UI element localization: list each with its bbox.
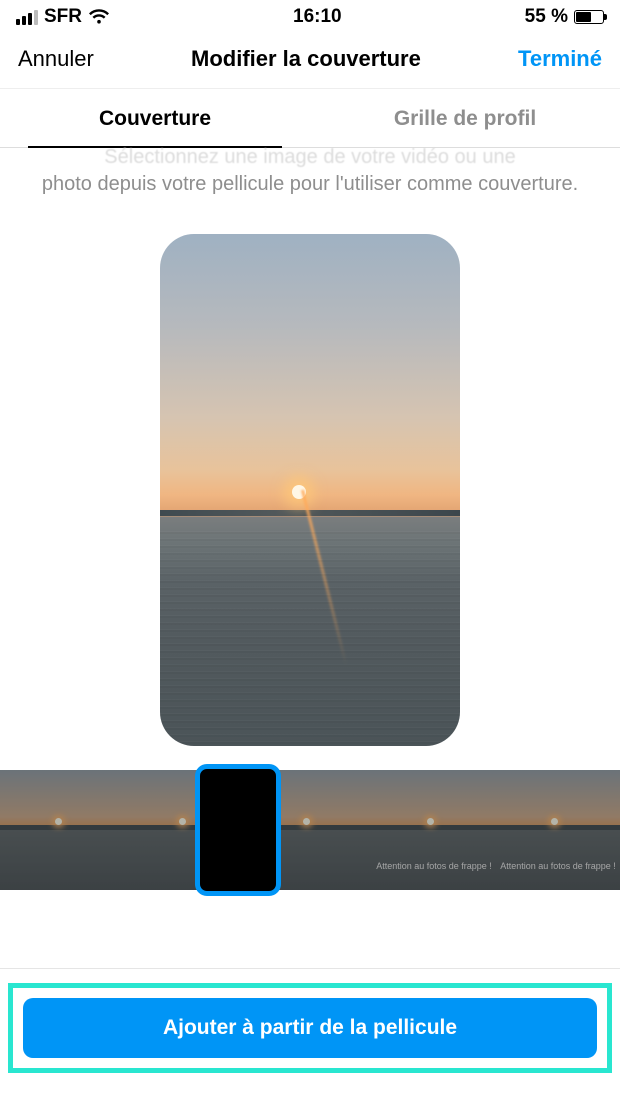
nav-header: Annuler Modifier la couverture Terminé xyxy=(0,32,620,88)
frame-scrubber[interactable]: Attention au fotos de frappe ! Attention… xyxy=(0,770,620,890)
tab-profile-grid[interactable]: Grille de profil xyxy=(310,89,620,147)
status-bar: SFR 16:10 55 % xyxy=(0,0,620,32)
tabs: Couverture Grille de profil xyxy=(0,88,620,148)
hint-line-faded: Sélectionnez une image de votre vidéo ou… xyxy=(30,144,590,171)
cancel-button[interactable]: Annuler xyxy=(18,46,94,72)
hint-text: Sélectionnez une image de votre vidéo ou… xyxy=(0,144,620,206)
done-button[interactable]: Terminé xyxy=(518,46,602,72)
hint-line: photo depuis votre pellicule pour l'util… xyxy=(30,171,590,198)
video-frame[interactable]: Attention au fotos de frappe ! xyxy=(372,770,496,890)
battery-icon xyxy=(574,10,604,24)
page-title: Modifier la couverture xyxy=(191,46,421,72)
scrubber-handle[interactable] xyxy=(195,764,281,896)
add-from-camera-roll-button[interactable]: Ajouter à partir de la pellicule xyxy=(23,998,597,1058)
carrier-label: SFR xyxy=(44,6,82,28)
cellular-signal-icon xyxy=(16,10,38,25)
tutorial-highlight: Ajouter à partir de la pellicule xyxy=(8,983,612,1073)
wifi-icon xyxy=(88,9,110,25)
battery-percent: 55 % xyxy=(525,6,568,28)
video-frame[interactable] xyxy=(0,770,124,890)
clock: 16:10 xyxy=(293,6,342,28)
frame-caption: Attention au fotos de frappe ! xyxy=(372,861,496,872)
frame-caption: Attention au fotos de frappe ! xyxy=(496,861,620,872)
tab-cover[interactable]: Couverture xyxy=(0,89,310,147)
cover-preview xyxy=(160,234,460,746)
video-frame[interactable]: Attention au fotos de frappe ! xyxy=(496,770,620,890)
